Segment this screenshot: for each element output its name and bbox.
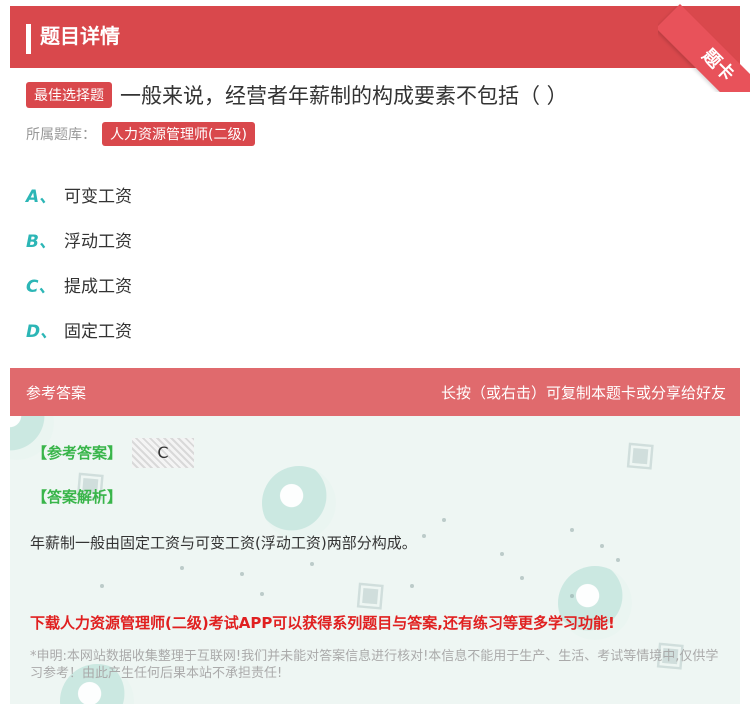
option-letter: A、 xyxy=(26,187,57,207)
option-letter: B、 xyxy=(26,232,56,252)
option-text: 浮动工资 xyxy=(64,232,132,252)
answer-section-title: 参考答案 xyxy=(26,384,87,402)
answer-value: C xyxy=(132,438,194,468)
option-letter: C、 xyxy=(26,277,56,297)
answer-label: 【参考答案】 xyxy=(32,444,123,462)
library-link[interactable]: 人力资源管理师(二级) xyxy=(102,122,255,146)
answer-panel: ◈ ◈ ◈ ◈ 【参考答案】 C 【答案解析】 年薪制一般由固定工资与可变工资(… xyxy=(10,416,740,704)
watermark-logo-icon xyxy=(262,466,336,540)
app-download-promo[interactable]: 下载人力资源管理师(二级)考试APP可以获得系列题目与答案,还有练习等更多学习功… xyxy=(30,612,615,633)
copy-share-hint: 长按（或右击）可复制本题卡或分享给好友 xyxy=(440,384,726,402)
page-header: 题目详情 xyxy=(10,6,740,68)
option-text: 固定工资 xyxy=(64,322,132,342)
option-letter: D、 xyxy=(26,322,58,342)
card-ribbon: 题卡 xyxy=(658,0,750,92)
analysis-text: 年薪制一般由固定工资与可变工资(浮动工资)两部分构成。 xyxy=(30,534,417,552)
page-title: 题目详情 xyxy=(40,24,120,48)
question-type-badge: 最佳选择题 xyxy=(26,82,112,108)
watermark-glyph-icon: ◈ xyxy=(606,420,669,486)
option-b[interactable]: B、 浮动工资 xyxy=(26,217,132,262)
question-text: 一般来说，经营者年薪制的构成要素不包括（ ） xyxy=(120,84,568,108)
library-row: 所属题库： 人力资源管理师(二级) xyxy=(26,122,726,146)
ribbon-label: 题卡 xyxy=(658,4,750,92)
analysis-label: 【答案解析】 xyxy=(32,488,123,506)
option-a[interactable]: A、 可变工资 xyxy=(26,172,132,217)
answer-header: 参考答案 长按（或右击）可复制本题卡或分享给好友 xyxy=(10,368,740,416)
library-label: 所属题库： xyxy=(26,127,96,143)
question-row: 最佳选择题 一般来说，经营者年薪制的构成要素不包括（ ） xyxy=(26,80,726,110)
question-block: 最佳选择题 一般来说，经营者年薪制的构成要素不包括（ ） 所属题库： 人力资源管… xyxy=(26,80,726,146)
option-c[interactable]: C、 提成工资 xyxy=(26,262,132,307)
options-list: A、 可变工资 B、 浮动工资 C、 提成工资 D、 固定工资 xyxy=(26,172,132,352)
option-text: 可变工资 xyxy=(64,187,132,207)
disclaimer-text: *申明:本网站数据收集整理于互联网!我们并未能对答案信息进行核对!本信息不能用于… xyxy=(30,649,719,681)
option-text: 提成工资 xyxy=(64,277,132,297)
option-d[interactable]: D、 固定工资 xyxy=(26,307,132,352)
header-accent-bar xyxy=(26,24,31,54)
